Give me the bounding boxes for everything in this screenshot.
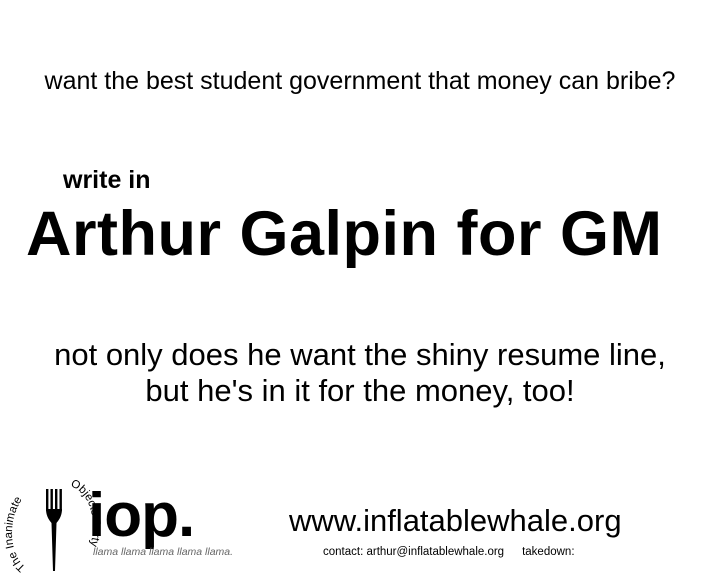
- headline: Arthur Galpin for GM: [26, 199, 663, 269]
- pitch-line-1: not only does he want the shiny resume l…: [54, 337, 666, 372]
- party-abbrev: iop.: [88, 481, 195, 550]
- contact-email[interactable]: contact: arthur@inflatablewhale.org: [323, 546, 504, 558]
- takedown-label: takedown:: [522, 546, 575, 558]
- write-in-label: write in: [63, 166, 151, 194]
- pitch-line-2: but he's in it for the money, too!: [145, 373, 575, 408]
- fork-icon: [46, 489, 62, 571]
- party-slogan: llama llama llama llama llama.: [93, 546, 234, 558]
- website-link[interactable]: www.inflatablewhale.org: [289, 503, 622, 539]
- party-name-left: The Inanimate: [3, 495, 28, 574]
- pitch-text: not only does he want the shiny resume l…: [0, 337, 720, 409]
- contact-line: contact: arthur@inflatablewhale.org taked…: [323, 545, 593, 559]
- tagline: want the best student government that mo…: [44, 67, 676, 95]
